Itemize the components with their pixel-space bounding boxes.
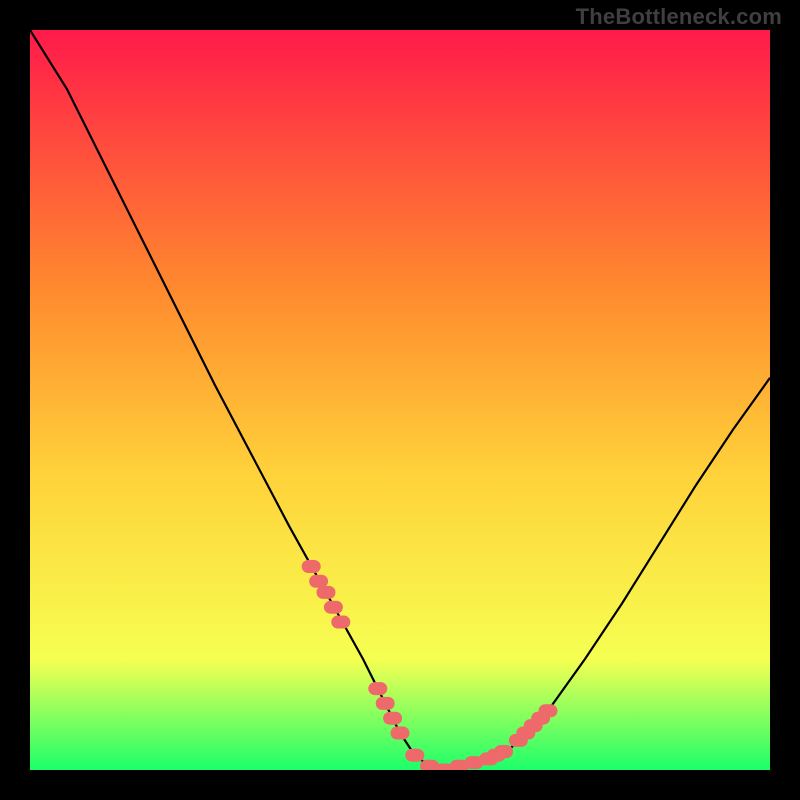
chart-container: TheBottleneck.com [0,0,800,800]
marker-point [391,727,409,739]
marker-point [302,561,320,573]
marker-point [324,601,342,613]
watermark-text: TheBottleneck.com [576,4,782,30]
marker-point [369,683,387,695]
marker-point [376,697,394,709]
gradient-background [30,30,770,770]
marker-point [539,705,557,717]
marker-point [317,586,335,598]
marker-point [495,746,513,758]
marker-point [332,616,350,628]
marker-point [310,575,328,587]
marker-point [384,712,402,724]
chart-svg [30,30,770,770]
marker-point [406,749,424,761]
plot-area [30,30,770,770]
